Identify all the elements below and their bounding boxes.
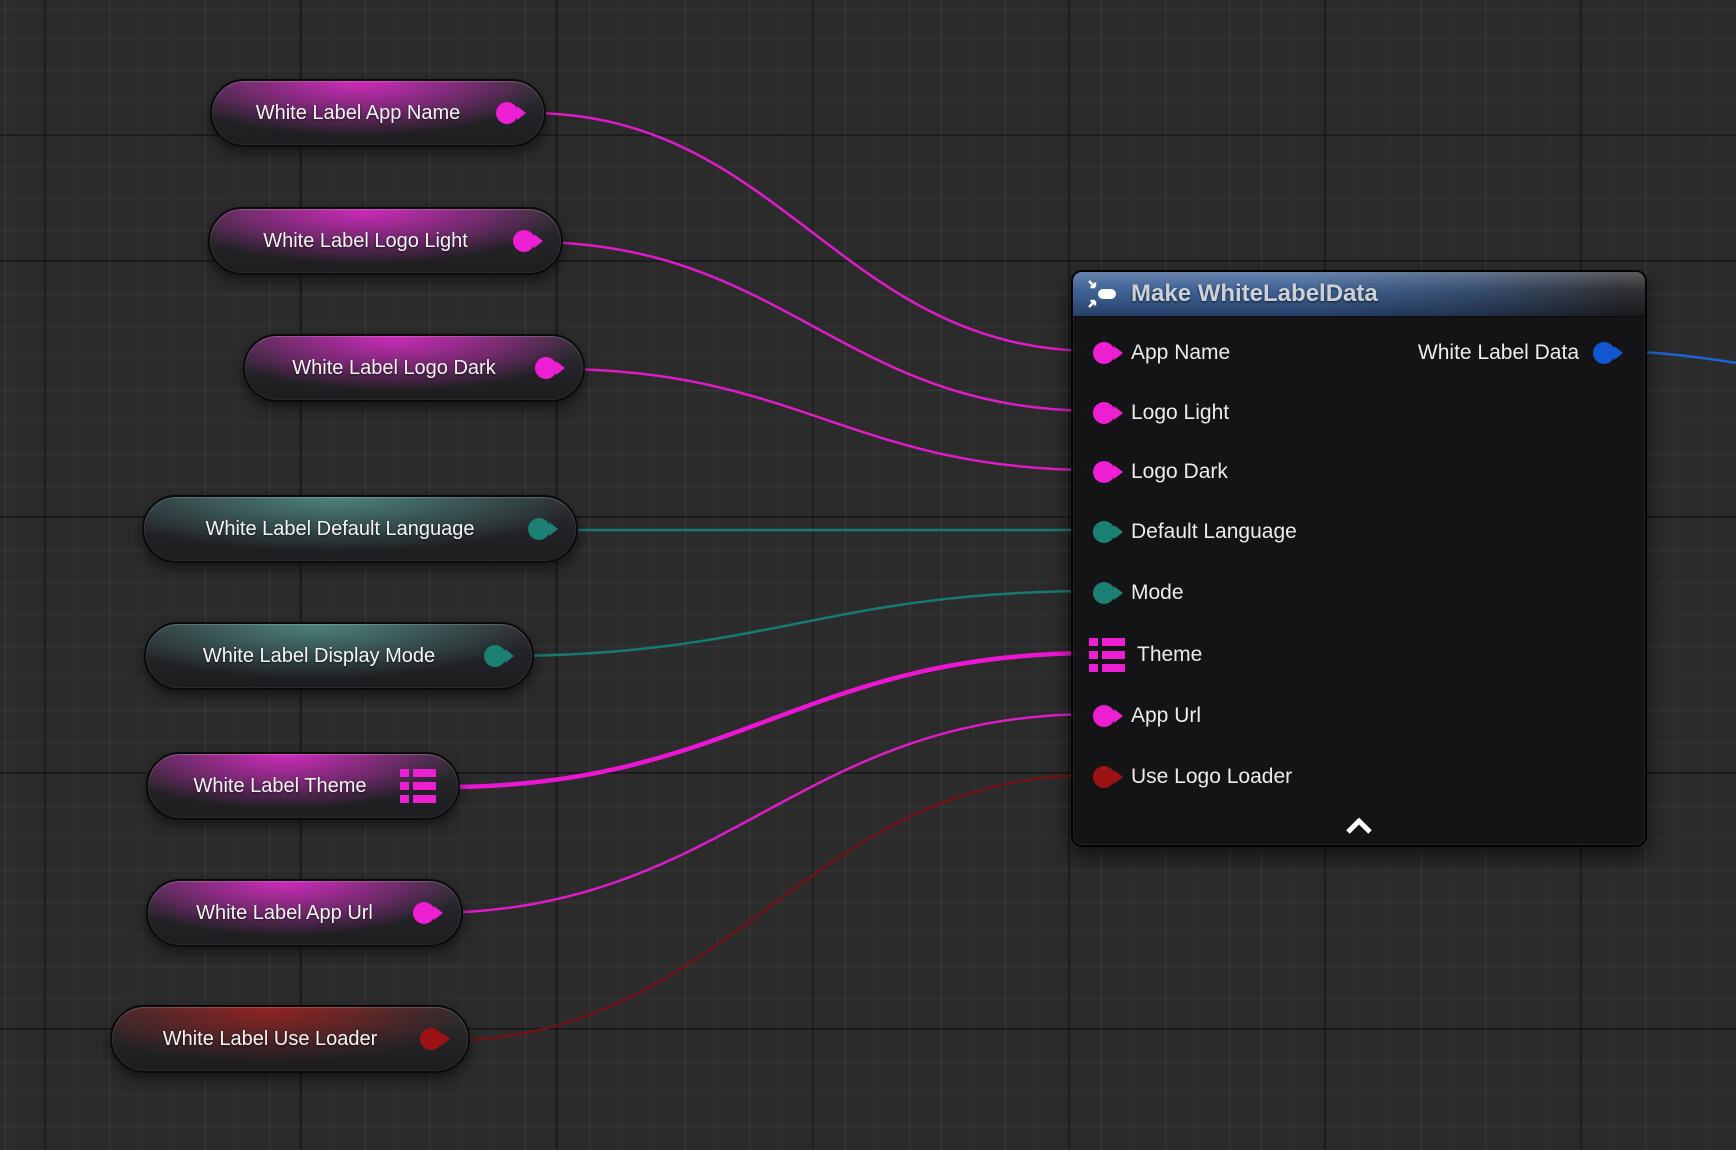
pin-label: Logo Light — [1131, 401, 1229, 425]
output-pin-string[interactable] — [413, 902, 435, 924]
make-struct-icon — [1087, 279, 1119, 309]
output-pin-string[interactable] — [535, 357, 557, 379]
getter-node-label: White Label App Name — [212, 102, 544, 125]
pin-row-app-url: App Url — [1093, 702, 1201, 730]
wire-app-name[interactable] — [529, 113, 1096, 351]
output-pin-string[interactable] — [496, 102, 518, 124]
pin-row-logo-dark: Logo Dark — [1093, 458, 1228, 486]
pin-row-white-label-data: White Label Data — [1418, 339, 1615, 367]
pin-label: Logo Dark — [1131, 460, 1228, 484]
pin-label: Use Logo Loader — [1131, 765, 1292, 789]
getter-node-label: White Label Logo Light — [210, 230, 561, 253]
getter-node-label: White Label Default Language — [144, 518, 576, 541]
pin-row-theme: Theme — [1089, 641, 1202, 669]
pin-label: Theme — [1137, 643, 1202, 667]
input-pin-string[interactable] — [1093, 705, 1115, 727]
struct-pin-icon[interactable] — [1089, 638, 1125, 672]
pin-label: White Label Data — [1418, 341, 1579, 365]
wire-logo-light[interactable] — [531, 242, 1096, 411]
chevron-up-icon — [1346, 818, 1372, 835]
make-whitelabeldata-node[interactable]: Make WhiteLabelData App Name Logo Light … — [1071, 270, 1647, 847]
getter-node-app-name[interactable]: White Label App Name — [210, 79, 546, 147]
output-pin-string[interactable] — [513, 230, 535, 252]
pin-row-app-name: App Name — [1093, 339, 1230, 367]
getter-node-logo-light[interactable]: White Label Logo Light — [208, 207, 563, 275]
output-pin-enum[interactable] — [484, 645, 506, 667]
blueprint-graph-canvas[interactable]: White Label App Name White Label Logo Li… — [0, 0, 1736, 1150]
output-pin-struct[interactable] — [1593, 342, 1615, 364]
input-pin-enum[interactable] — [1093, 582, 1115, 604]
wire-use-loader[interactable] — [441, 775, 1096, 1041]
pin-label: App Url — [1131, 704, 1201, 728]
wire-logo-dark[interactable] — [556, 369, 1096, 470]
output-pin-enum[interactable] — [528, 518, 550, 540]
getter-node-display-mode[interactable]: White Label Display Mode — [144, 622, 534, 690]
pin-label: Default Language — [1131, 520, 1297, 544]
getter-node-default-language[interactable]: White Label Default Language — [142, 495, 578, 563]
input-pin-enum[interactable] — [1093, 521, 1115, 543]
pin-label: Mode — [1131, 581, 1184, 605]
wire-app-url[interactable] — [428, 714, 1096, 913]
input-pin-string[interactable] — [1093, 342, 1115, 364]
input-pin-string[interactable] — [1093, 402, 1115, 424]
getter-node-theme[interactable]: White Label Theme — [146, 752, 460, 820]
getter-node-label: White Label Display Mode — [146, 645, 532, 668]
input-pin-string[interactable] — [1093, 461, 1115, 483]
getter-node-label: White Label Logo Dark — [245, 357, 583, 380]
node-title: Make WhiteLabelData — [1131, 280, 1378, 308]
getter-node-app-url[interactable]: White Label App Url — [146, 879, 463, 947]
pin-row-default-language: Default Language — [1093, 518, 1297, 546]
struct-pin-icon[interactable] — [400, 769, 436, 803]
pin-row-use-logo-loader: Use Logo Loader — [1093, 763, 1292, 791]
node-header[interactable]: Make WhiteLabelData — [1073, 272, 1645, 317]
pin-row-logo-light: Logo Light — [1093, 399, 1229, 427]
pin-row-mode: Mode — [1093, 579, 1184, 607]
collapse-node-button[interactable] — [1346, 818, 1376, 838]
getter-node-label: White Label Use Loader — [112, 1028, 468, 1051]
getter-node-logo-dark[interactable]: White Label Logo Dark — [243, 334, 585, 402]
input-pin-bool[interactable] — [1093, 766, 1115, 788]
wire-display-mode[interactable] — [500, 591, 1096, 656]
output-pin-bool[interactable] — [420, 1028, 442, 1050]
pin-label: App Name — [1131, 341, 1230, 365]
wire-theme[interactable] — [444, 653, 1096, 787]
getter-node-use-loader[interactable]: White Label Use Loader — [110, 1005, 470, 1073]
